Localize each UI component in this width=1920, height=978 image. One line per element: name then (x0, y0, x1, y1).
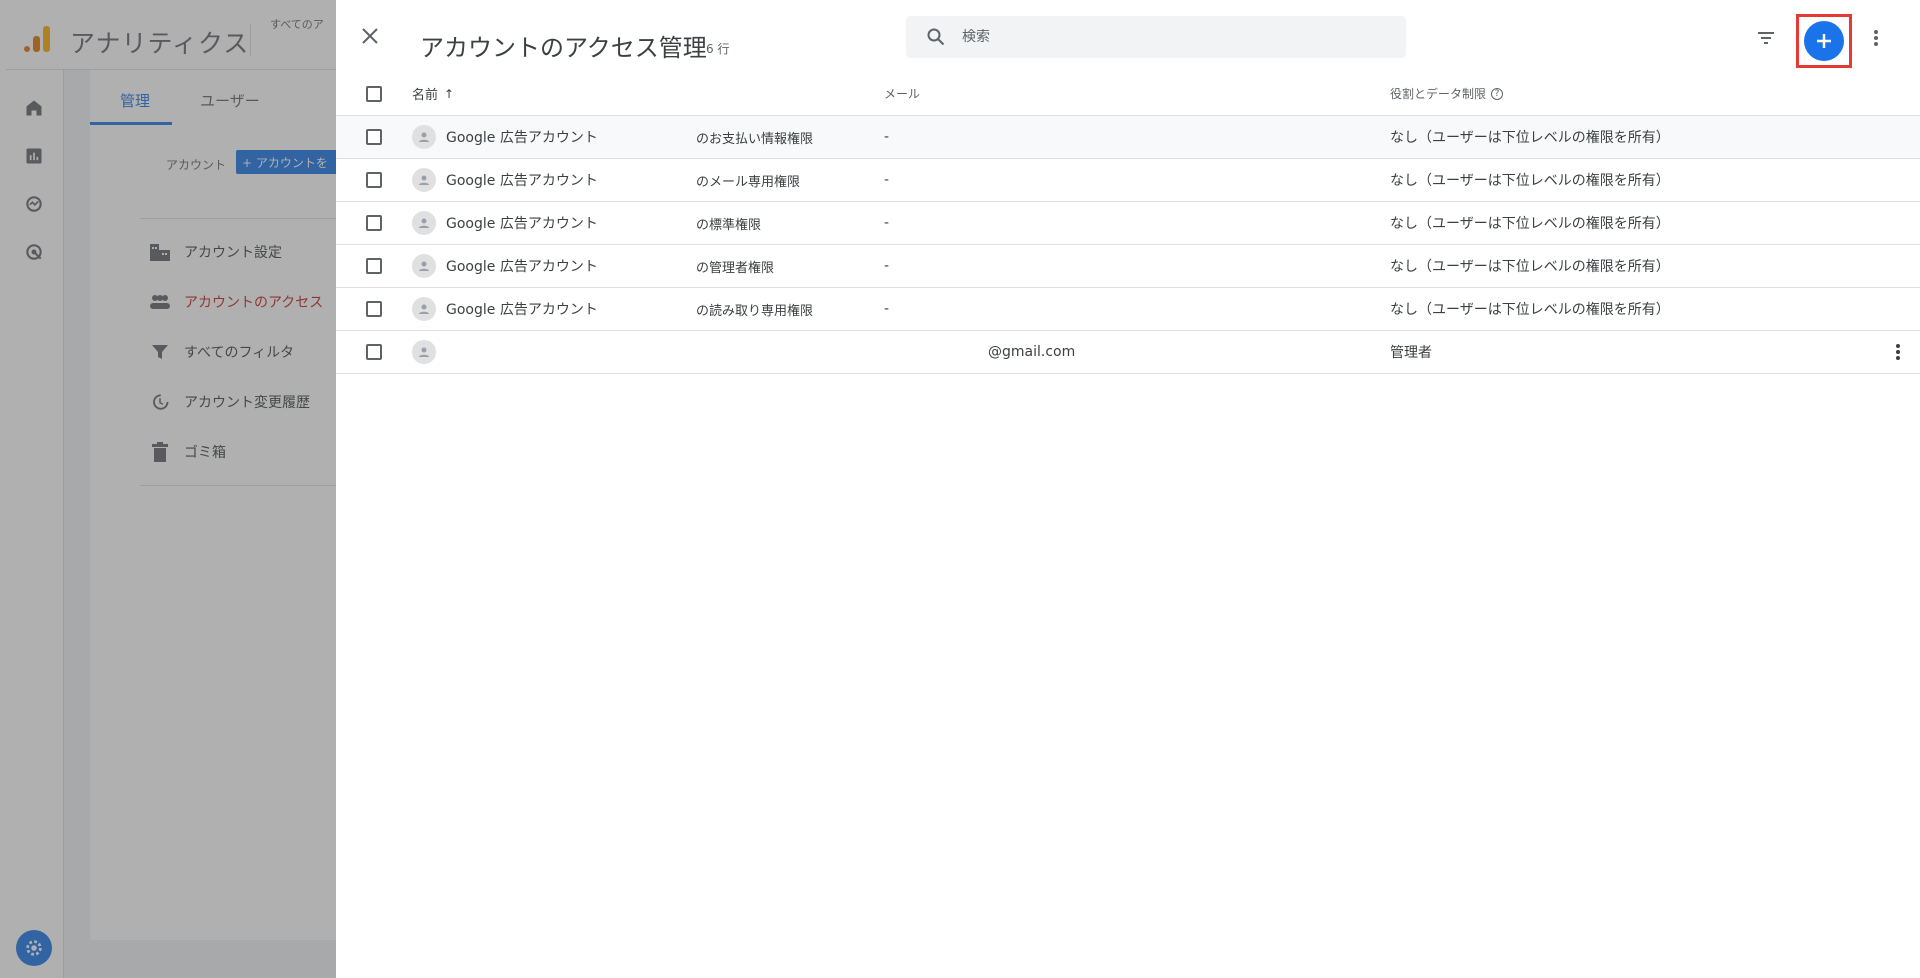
name-cell: Google 広告アカウント (412, 245, 598, 287)
plus-icon (1817, 34, 1831, 48)
name-cell: Google 広告アカウント (412, 159, 598, 201)
name-suffix: のお支払い情報権限 (696, 131, 814, 147)
name-cell (412, 331, 446, 373)
row-checkbox-cell (366, 159, 384, 201)
row-checkbox-cell (366, 245, 384, 287)
search-input[interactable] (962, 29, 1382, 45)
email-cell: - (884, 301, 890, 317)
row-checkbox-cell (366, 202, 384, 244)
add-button-highlight (1796, 14, 1852, 68)
role-cell: なし（ユーザーは下位レベルの権限を所有） (1390, 130, 1670, 146)
search-icon (924, 25, 948, 49)
row-checkbox-cell (366, 331, 384, 373)
role-header-label: 役割とデータ制限 (1390, 87, 1487, 101)
role-header[interactable]: 役割とデータ制限 ? (1390, 72, 1504, 115)
name-header[interactable]: 名前 ↑ (412, 72, 454, 115)
avatar-icon (412, 168, 436, 192)
avatar-icon (412, 254, 436, 278)
name-suffix: の標準権限 (696, 217, 762, 233)
access-management-drawer: アカウントのアクセス管理 6 行 検索 名前 ↑ メール 役割とデータ制限 ? … (336, 0, 1920, 978)
user-name: Google 広告アカウント (446, 259, 598, 275)
filter-button[interactable] (1754, 26, 1778, 50)
name-suffix: の管理者権限 (696, 260, 775, 276)
avatar-icon (412, 297, 436, 321)
avatar-icon (412, 211, 436, 235)
name-suffix: のメール専用権限 (696, 174, 801, 190)
email-cell: - (884, 215, 890, 231)
more-vert-icon (1896, 344, 1900, 360)
row-checkbox[interactable] (366, 172, 382, 188)
add-user-button[interactable] (1804, 21, 1844, 61)
user-name: Google 広告アカウント (446, 216, 598, 232)
role-cell: なし（ユーザーは下位レベルの権限を所有） (1390, 216, 1670, 232)
email-cell: - (884, 258, 890, 274)
email-header[interactable]: メール (884, 72, 920, 115)
name-cell: Google 広告アカウント (412, 202, 598, 244)
table-header: 名前 ↑ メール 役割とデータ制限 ? (336, 72, 1920, 116)
drawer-header: アカウントのアクセス管理 6 行 (336, 0, 1920, 72)
table-row[interactable]: Google 広告アカウント の読み取り専用権限 - なし（ユーザーは下位レベル… (336, 288, 1920, 331)
drawer-title: アカウントのアクセス管理 (420, 34, 707, 62)
role-cell: なし（ユーザーは下位レベルの権限を所有） (1390, 173, 1670, 189)
name-cell: Google 広告アカウント (412, 288, 598, 330)
role-cell: なし（ユーザーは下位レベルの権限を所有） (1390, 259, 1670, 275)
avatar-icon (412, 125, 436, 149)
row-more-button[interactable] (1890, 331, 1906, 373)
table-row[interactable]: Google 広告アカウント のお支払い情報権限 - なし（ユーザーは下位レベル… (336, 116, 1920, 159)
user-name: Google 広告アカウント (446, 130, 598, 146)
modal-scrim[interactable] (0, 0, 336, 978)
row-checkbox[interactable] (366, 129, 382, 145)
role-cell: なし（ユーザーは下位レベルの権限を所有） (1390, 302, 1670, 318)
row-checkbox-cell (366, 116, 384, 158)
table-row[interactable]: Google 広告アカウント のメール専用権限 - なし（ユーザーは下位レベルの… (336, 159, 1920, 202)
sort-arrow-icon: ↑ (444, 86, 455, 101)
name-suffix: の読み取り専用権限 (696, 303, 814, 319)
close-icon (362, 28, 378, 44)
table-row[interactable]: Google 広告アカウント の標準権限 - なし（ユーザーは下位レベルの権限を… (336, 202, 1920, 245)
user-name: Google 広告アカウント (446, 302, 598, 318)
role-cell: 管理者 (1390, 345, 1432, 361)
filter-lines-icon (1758, 32, 1774, 44)
name-header-label: 名前 (412, 88, 439, 103)
row-checkbox[interactable] (366, 301, 382, 317)
row-count: 6 行 (706, 42, 730, 56)
more-options-button[interactable] (1868, 26, 1884, 50)
row-checkbox[interactable] (366, 344, 382, 360)
user-name: Google 広告アカウント (446, 173, 598, 189)
table-row[interactable]: Google 広告アカウント の管理者権限 - なし（ユーザーは下位レベルの権限… (336, 245, 1920, 288)
help-icon[interactable]: ? (1491, 87, 1504, 100)
select-all-checkbox[interactable] (366, 85, 382, 102)
row-checkbox[interactable] (366, 215, 382, 231)
avatar-icon (412, 340, 436, 364)
email-cell: - (884, 172, 890, 188)
close-button[interactable] (358, 24, 382, 48)
name-cell: Google 広告アカウント (412, 116, 598, 158)
row-checkbox[interactable] (366, 258, 382, 274)
row-checkbox-cell (366, 288, 384, 330)
email-cell: - (884, 129, 890, 145)
search-box[interactable] (906, 16, 1406, 58)
access-table: 名前 ↑ メール 役割とデータ制限 ? Google 広告アカウント のお支払い… (336, 72, 1920, 374)
table-row[interactable]: @gmail.com 管理者 (336, 331, 1920, 374)
more-vert-icon (1874, 30, 1878, 46)
select-all-cell (366, 72, 384, 115)
screen: アナリティクス すべてのア 管理 ユーザー アカウント + アカウントを アカウ… (0, 0, 1920, 978)
email-cell: @gmail.com (988, 344, 1076, 360)
